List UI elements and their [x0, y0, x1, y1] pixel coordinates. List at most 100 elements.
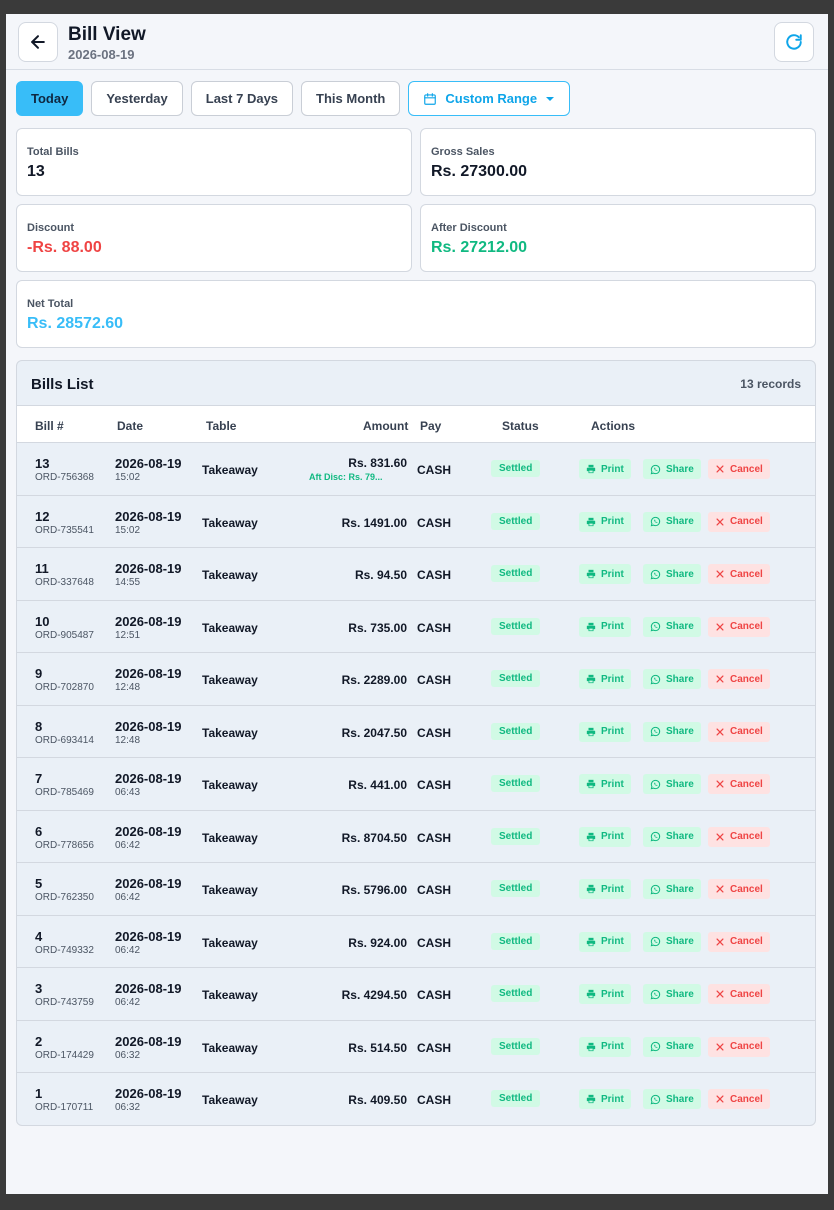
print-button[interactable]: Print [579, 669, 631, 689]
bill-time: 12:51 [115, 629, 141, 641]
print-button[interactable]: Print [579, 721, 631, 742]
bill-table: Takeaway [202, 935, 258, 950]
cancel-button[interactable]: Cancel [708, 511, 770, 532]
col-status: Status [502, 419, 539, 433]
print-label: Print [601, 1093, 624, 1105]
cancel-button[interactable]: Cancel [708, 669, 770, 689]
cancel-button[interactable]: Cancel [708, 984, 770, 1004]
print-button[interactable]: Print [579, 1036, 631, 1057]
bills-list-header: Bills List 13 records [17, 361, 815, 406]
whatsapp-icon [650, 884, 661, 894]
bill-time: 06:42 [115, 944, 141, 956]
header: Bill View 2026-08-19 [6, 14, 828, 70]
cancel-label: Cancel [730, 1093, 763, 1105]
whatsapp-icon [650, 621, 661, 632]
cancel-button[interactable]: Cancel [708, 931, 770, 952]
cancel-button[interactable]: Cancel [708, 1036, 770, 1057]
total-bills-card: Total Bills 13 [16, 128, 412, 196]
share-button[interactable]: Share [643, 459, 701, 479]
bill-number: 7 [35, 771, 43, 786]
share-button[interactable]: Share [643, 774, 701, 794]
print-button[interactable]: Print [579, 879, 631, 899]
payment-method: CASH [417, 830, 452, 845]
cancel-label: Cancel [730, 621, 763, 632]
print-button[interactable]: Print [579, 774, 631, 794]
print-button[interactable]: Print [579, 459, 631, 479]
share-button[interactable]: Share [643, 564, 701, 584]
printer-icon [586, 884, 596, 894]
bill-time: 06:32 [115, 1049, 141, 1061]
cancel-button[interactable]: Cancel [708, 826, 770, 847]
cancel-button[interactable]: Cancel [708, 459, 770, 479]
close-icon [716, 1095, 724, 1103]
print-button[interactable]: Print [579, 564, 631, 584]
print-label: Print [601, 568, 624, 580]
cancel-button[interactable]: Cancel [708, 774, 770, 794]
cancel-label: Cancel [730, 988, 763, 1000]
bill-date: 2026-08-19 [115, 928, 182, 944]
table-row: 6 ORD-778656 2026-08-19 06:42 Takeaway Rs. 87… [17, 811, 815, 863]
print-button[interactable]: Print [579, 1089, 631, 1109]
cancel-button[interactable]: Cancel [708, 879, 770, 899]
share-button[interactable]: Share [643, 669, 701, 689]
refresh-button[interactable] [774, 22, 814, 62]
print-button[interactable]: Print [579, 511, 631, 532]
print-label: Print [601, 673, 624, 685]
bill-number: 3 [35, 981, 43, 996]
print-button[interactable]: Print [579, 616, 631, 637]
share-button[interactable]: Share [643, 1089, 701, 1109]
cancel-label: Cancel [730, 831, 763, 842]
print-label: Print [601, 988, 624, 1000]
cancel-button[interactable]: Cancel [708, 721, 770, 742]
filter-yesterday-button[interactable]: Yesterday [91, 81, 183, 116]
bill-table: Takeaway [202, 988, 258, 1002]
status-badge: Settled [491, 827, 541, 845]
share-button[interactable]: Share [643, 616, 701, 637]
bill-time: 06:42 [115, 892, 141, 903]
order-id: ORD-762350 [35, 892, 94, 903]
printer-icon [586, 832, 596, 841]
printer-icon [586, 622, 596, 631]
bill-time: 14:55 [115, 577, 141, 588]
print-button[interactable]: Print [579, 826, 631, 847]
cancel-button[interactable]: Cancel [708, 564, 770, 584]
bill-amount: Rs. 2289.00 [341, 673, 407, 687]
bill-time: 15:02 [115, 524, 141, 536]
filter-last-7-days-button[interactable]: Last 7 Days [190, 81, 294, 116]
share-label: Share [666, 463, 694, 475]
filter-this-month-button[interactable]: This Month [301, 81, 401, 116]
close-icon [716, 570, 724, 578]
share-button[interactable]: Share [643, 826, 701, 847]
cancel-button[interactable]: Cancel [708, 1089, 770, 1109]
cancel-button[interactable]: Cancel [708, 616, 770, 637]
close-icon [716, 727, 724, 736]
close-icon [716, 675, 724, 683]
share-button[interactable]: Share [643, 1036, 701, 1057]
share-button[interactable]: Share [643, 984, 701, 1004]
bill-date: 2026-08-19 [115, 981, 182, 996]
net-total-card: Net Total Rs. 28572.60 [16, 280, 816, 348]
share-button[interactable]: Share [643, 931, 701, 952]
after-discount-value: Rs. 27212.00 [431, 239, 528, 256]
bill-time: 06:42 [115, 839, 141, 851]
close-icon [716, 465, 724, 473]
calendar-icon [424, 92, 437, 105]
share-button[interactable]: Share [643, 511, 701, 532]
print-button[interactable]: Print [579, 931, 631, 952]
print-button[interactable]: Print [579, 984, 631, 1004]
status-badge: Settled [491, 565, 541, 582]
share-label: Share [666, 778, 694, 790]
close-icon [716, 622, 724, 631]
order-id: ORD-756368 [35, 472, 94, 483]
filter-custom-range-button[interactable]: Custom Range [408, 81, 571, 116]
filter-today-button[interactable]: Today [16, 81, 84, 116]
cancel-label: Cancel [730, 936, 763, 947]
share-button[interactable]: Share [643, 721, 701, 742]
page-date: 2026-08-19 [68, 47, 135, 62]
bill-date: 2026-08-19 [115, 561, 182, 576]
bill-table: Takeaway [202, 515, 258, 530]
share-button[interactable]: Share [643, 879, 701, 899]
back-button[interactable] [18, 22, 58, 62]
bill-number: 13 [35, 456, 50, 471]
status-badge: Settled [491, 670, 541, 687]
